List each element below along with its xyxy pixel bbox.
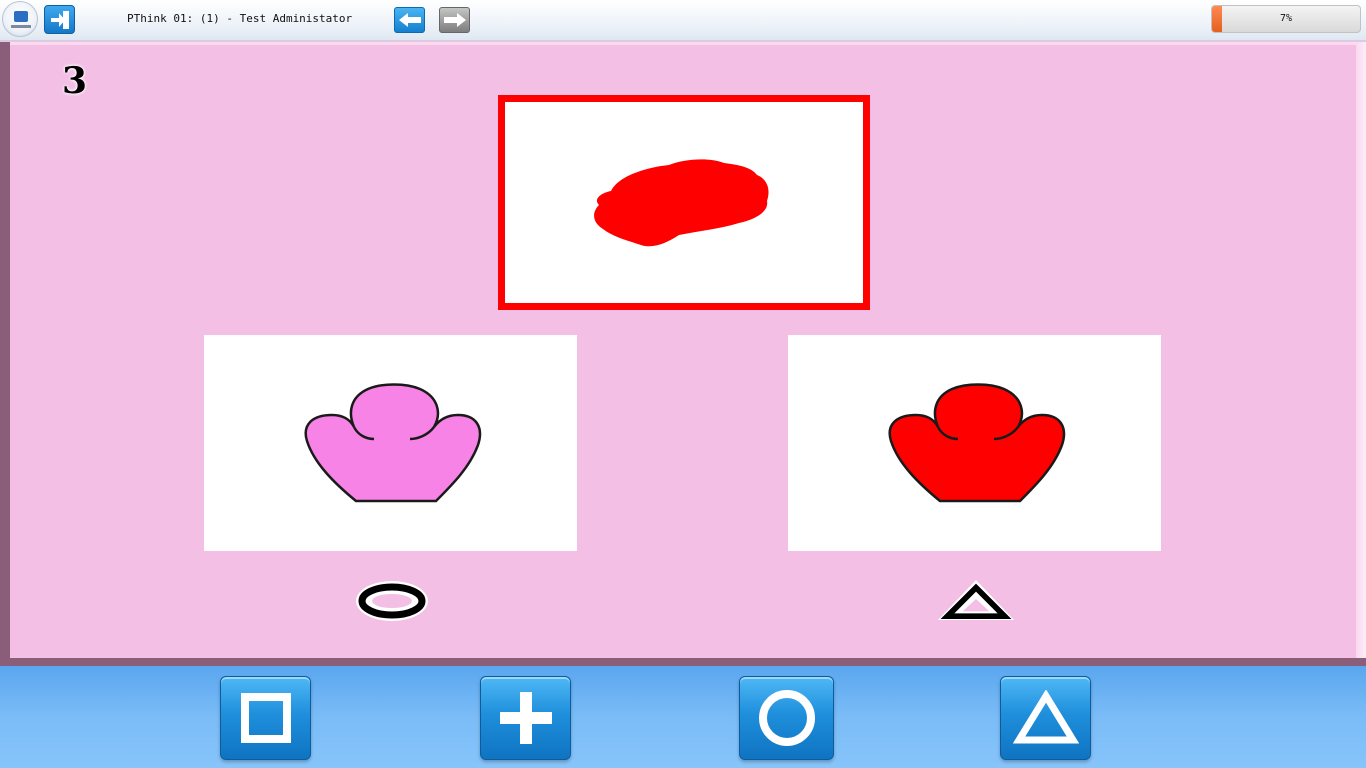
progress-bar: 7% [1211,5,1361,33]
red-scribble-shape [594,158,769,246]
choice-symbol-triangle [936,577,1016,623]
pink-bloom-shape [304,383,481,503]
triangle-answer-button[interactable] [1000,676,1091,760]
triangle-icon [937,580,1015,620]
exit-icon [50,10,69,29]
window-title: PThink 01: (1) - Test Administator [127,12,353,25]
exit-button[interactable] [44,5,75,34]
item-number: 3 [62,60,88,102]
plus-answer-button[interactable] [480,676,571,760]
board-edge-bottom [0,658,1366,666]
square-answer-button[interactable] [220,676,311,760]
forward-button[interactable] [439,7,470,33]
progress-text: 7% [1279,13,1293,24]
back-button[interactable] [394,7,425,33]
app-logo-icon [2,1,38,37]
plus-icon [499,692,552,744]
choice-card-pink[interactable] [204,335,577,551]
triangle-icon [1012,690,1079,744]
target-card [498,95,870,310]
choice-card-red[interactable] [788,335,1161,551]
arrow-left-icon [398,13,421,27]
square-icon [240,693,291,743]
top-bar: PThink 01: (1) - Test Administator 7% [0,0,1366,41]
circle-answer-button[interactable] [739,676,834,760]
board-edge-right [1356,42,1366,666]
red-bloom-shape [888,383,1065,503]
choice-symbol-circle [352,578,432,624]
circle-icon [758,690,815,746]
answer-bar [0,666,1366,768]
arrow-right-icon [443,13,466,27]
circle-icon [356,581,428,621]
